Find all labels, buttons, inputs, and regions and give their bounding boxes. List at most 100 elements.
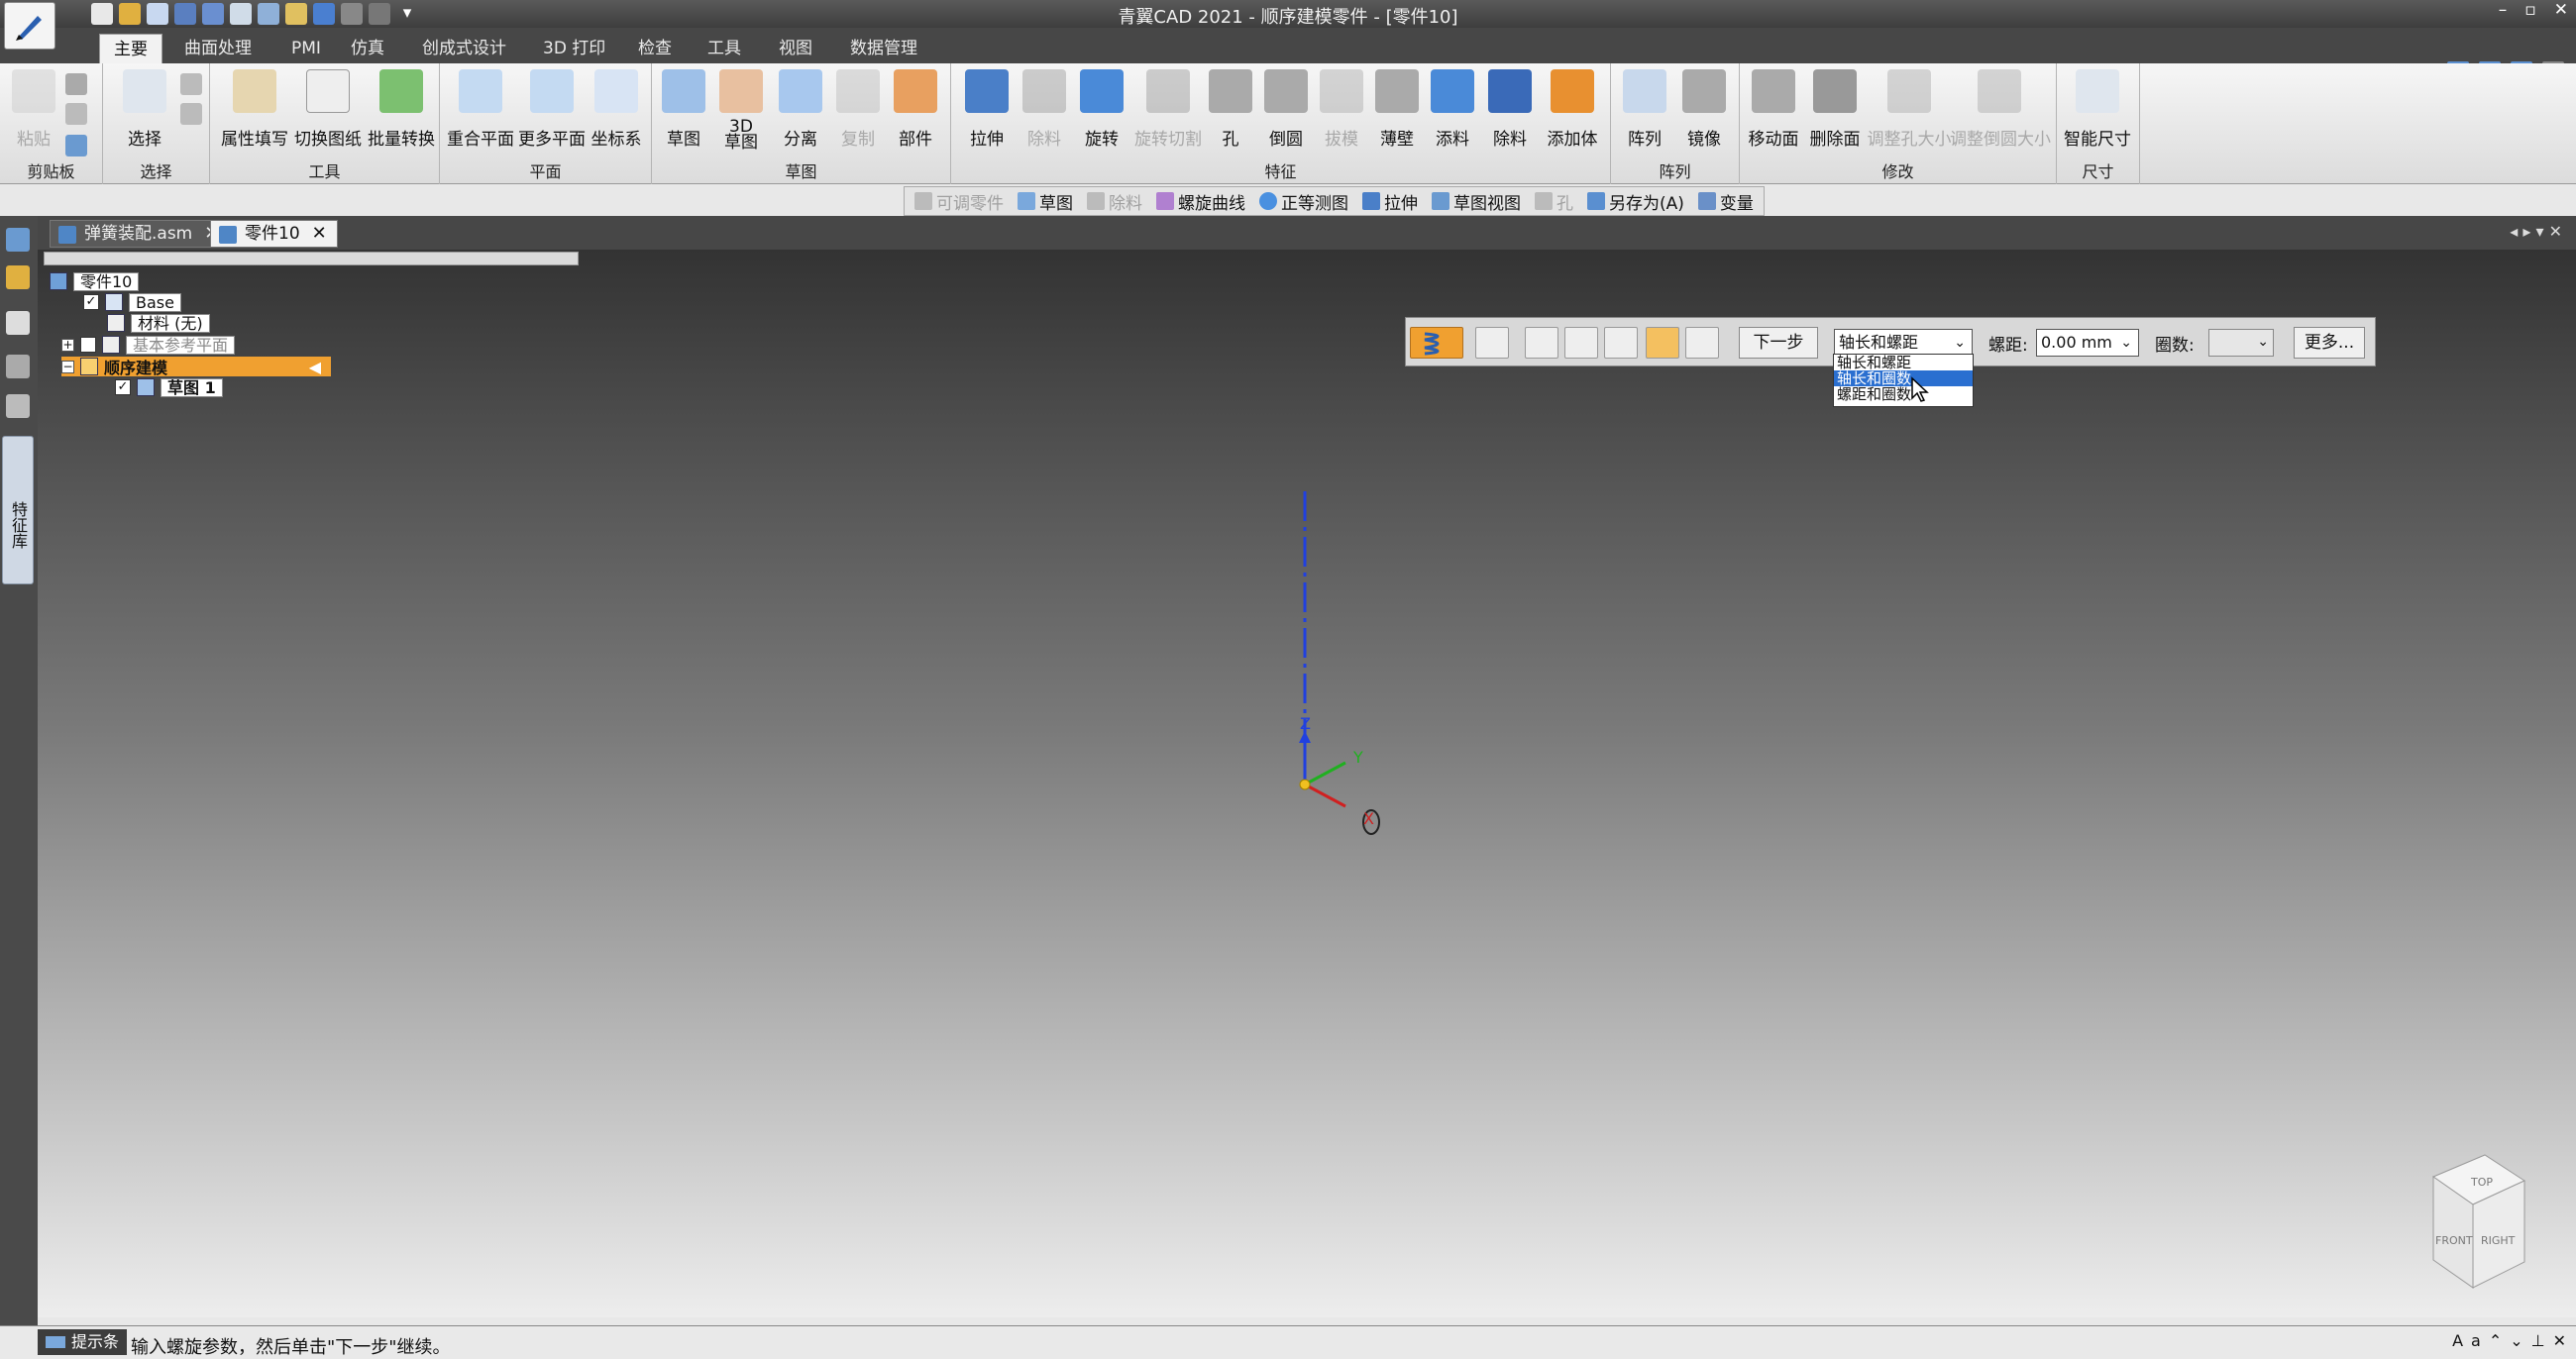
close-button[interactable]: ✕: [2554, 0, 2568, 20]
tree-node-sequential[interactable]: − 顺序建模 ◀: [61, 357, 331, 377]
variables-button[interactable]: 变量: [1694, 189, 1758, 214]
thin-wall-button[interactable]: 薄壁: [1365, 69, 1429, 150]
cmd-cut-button[interactable]: 除料: [1083, 189, 1146, 214]
switch-drawing-button[interactable]: 切换图纸: [293, 69, 363, 150]
maximize-button[interactable]: ▫: [2524, 0, 2536, 20]
tab-tools[interactable]: 工具: [694, 34, 755, 63]
split-button[interactable]: 分离: [769, 69, 832, 150]
tab-pmi[interactable]: PMI: [277, 34, 335, 63]
format-painter-icon[interactable]: [65, 135, 87, 157]
batch-convert-button[interactable]: 批量转换: [367, 69, 436, 150]
pathfinder-icon[interactable]: [6, 228, 30, 252]
helix-step-params-button[interactable]: [1646, 327, 1679, 359]
add-body-button[interactable]: 添加体: [1538, 69, 1607, 150]
cut-icon[interactable]: [65, 73, 87, 95]
tree-node-material[interactable]: 材料 (无): [107, 313, 210, 333]
tree-node-sketch1[interactable]: ✓ 草图 1: [115, 377, 223, 397]
doc-tab-part10[interactable]: 零件10 ✕: [210, 220, 338, 248]
close-prompt-icon[interactable]: ✕: [2553, 1331, 2566, 1350]
more-options-button[interactable]: 更多...: [2294, 327, 2365, 359]
smart-dimension-button[interactable]: 智能尺寸: [2059, 69, 2136, 150]
round-button[interactable]: 倒圆: [1254, 69, 1318, 150]
option-axial-length-turns[interactable]: 轴长和圈数: [1834, 370, 1973, 386]
mirror-button[interactable]: 镜像: [1672, 69, 1736, 150]
clipboard-icon[interactable]: [285, 3, 307, 25]
prompt-bar-tab[interactable]: 提示条: [38, 1329, 128, 1355]
helix-mode-select[interactable]: 轴长和螺距 ⌄: [1834, 329, 1973, 357]
revolve-cut-button[interactable]: 旋转切割: [1131, 69, 1205, 150]
sketch-3d-button[interactable]: 3D 草图: [709, 69, 773, 152]
expand-icon[interactable]: +: [61, 338, 74, 352]
coord-system-button[interactable]: 坐标系: [585, 69, 648, 150]
tab-data-management[interactable]: 数据管理: [836, 34, 931, 63]
cmd-hole-button[interactable]: 孔: [1531, 189, 1577, 214]
tree-node-ref-planes[interactable]: + 基本参考平面: [61, 335, 236, 355]
minimize-button[interactable]: –: [2499, 0, 2508, 20]
helix-step-sketch-button[interactable]: [1564, 327, 1598, 359]
helix-curve-button[interactable]: 螺旋曲线: [1152, 189, 1249, 214]
3d-viewport[interactable]: Z Y X TOP FRONT RIGHT: [38, 250, 2576, 1317]
remove-material-button[interactable]: 除料: [1478, 69, 1542, 150]
tab-3d-print[interactable]: 3D 打印: [529, 34, 619, 63]
select-filter-icon[interactable]: [180, 73, 202, 95]
feature-library-tab[interactable]: 特征库: [2, 436, 34, 584]
view-cube[interactable]: TOP FRONT RIGHT: [2431, 1154, 2526, 1289]
table-icon[interactable]: [258, 3, 279, 25]
font-decrease-icon[interactable]: a: [2471, 1331, 2481, 1350]
rollback-arrow-icon[interactable]: ◀: [309, 358, 321, 376]
help-panel-icon[interactable]: [6, 311, 30, 335]
extrude-button[interactable]: 拉伸: [955, 69, 1019, 150]
hole-button[interactable]: 孔: [1199, 69, 1262, 150]
revolve-button[interactable]: 旋转: [1070, 69, 1133, 150]
pitch-input[interactable]: 0.00 mm ⌄: [2036, 329, 2139, 357]
cmd-extrude-button[interactable]: 拉伸: [1358, 189, 1422, 214]
option-axial-length-pitch[interactable]: 轴长和螺距: [1834, 355, 1973, 370]
ref-planes-checkbox[interactable]: [80, 337, 96, 353]
copy-button[interactable]: 复制: [826, 69, 890, 150]
list-icon[interactable]: [230, 3, 252, 25]
collapse-up-icon[interactable]: ⌃: [2489, 1331, 2502, 1350]
print-icon[interactable]: [147, 3, 168, 25]
helix-step-start-button[interactable]: [1604, 327, 1638, 359]
library-icon[interactable]: [6, 394, 30, 418]
doc-tab-assembly[interactable]: 弹簧装配.asm✕: [50, 220, 231, 248]
cmd-sketch-button[interactable]: 草图: [1014, 189, 1077, 214]
adjustable-part-button[interactable]: 可调零件: [911, 189, 1008, 214]
close-tab-icon[interactable]: ✕: [312, 223, 327, 244]
tab-nav-controls[interactable]: ◂ ▸ ▾ ✕: [2510, 222, 2562, 241]
copy-icon[interactable]: [65, 103, 87, 125]
option-pitch-turns[interactable]: 螺距和圈数: [1834, 386, 1973, 402]
add-material-button[interactable]: 添料: [1421, 69, 1484, 150]
sketch1-checkbox[interactable]: ✓: [115, 379, 131, 395]
font-increase-icon[interactable]: A: [2452, 1331, 2463, 1350]
tab-surfacing[interactable]: 曲面处理: [170, 34, 266, 63]
save-icon[interactable]: [174, 3, 196, 25]
resize-hole-button[interactable]: 调整孔大小: [1867, 69, 1952, 150]
tree-root[interactable]: 零件10: [50, 271, 140, 291]
select-button[interactable]: 选择: [113, 69, 176, 150]
isometric-view-button[interactable]: 正等测图: [1255, 189, 1352, 214]
tab-main[interactable]: 主要: [99, 34, 162, 63]
select-box-icon[interactable]: [180, 103, 202, 125]
undo-icon[interactable]: [313, 3, 335, 25]
new-file-icon[interactable]: [91, 3, 113, 25]
attribute-fill-button[interactable]: 属性填写: [220, 69, 289, 150]
tab-generative-design[interactable]: 创成式设计: [408, 34, 520, 63]
collapse-icon[interactable]: −: [61, 360, 74, 373]
move-face-button[interactable]: 移动面: [1742, 69, 1805, 150]
pattern-button[interactable]: 阵列: [1613, 69, 1676, 150]
pin-icon[interactable]: ⊥: [2531, 1331, 2545, 1350]
save-all-icon[interactable]: [202, 3, 224, 25]
resize-round-button[interactable]: 调整倒圆大小: [1950, 69, 2051, 150]
draft-button[interactable]: 拔模: [1310, 69, 1373, 150]
helix-step-1-button[interactable]: [1475, 327, 1509, 359]
customize-qat-icon[interactable]: ▾: [396, 3, 418, 25]
helix-step-extent-button[interactable]: [1685, 327, 1719, 359]
app-logo-button[interactable]: [4, 2, 55, 50]
next-step-button[interactable]: 下一步: [1739, 327, 1818, 359]
repeat-icon[interactable]: [369, 3, 390, 25]
cut-button[interactable]: 除料: [1013, 69, 1076, 150]
helix-options-button[interactable]: [1410, 327, 1463, 359]
tree-node-base[interactable]: ✓ Base: [83, 292, 181, 312]
tab-simulation[interactable]: 仿真: [337, 34, 398, 63]
